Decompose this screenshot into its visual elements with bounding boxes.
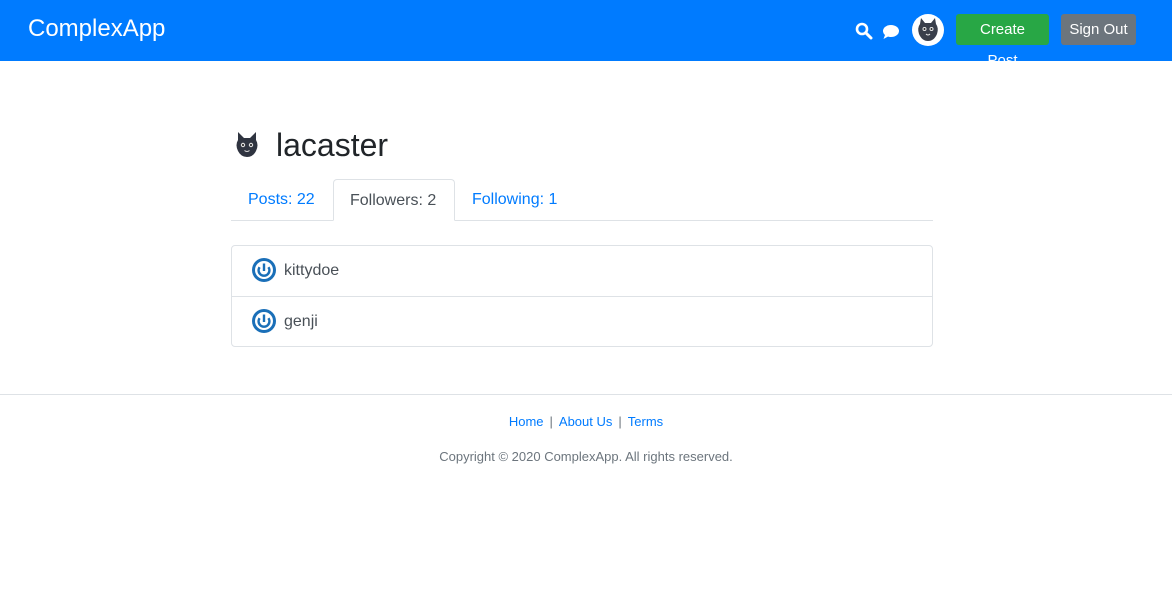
user-avatar[interactable] [912, 14, 944, 46]
list-item[interactable]: kittydoe [232, 246, 932, 296]
follower-avatar-icon [252, 309, 276, 333]
footer-home-link[interactable]: Home [509, 414, 544, 429]
tab-posts[interactable]: Posts: 22 [232, 179, 331, 221]
brand-link[interactable]: ComplexApp [28, 14, 165, 44]
profile-avatar [231, 129, 263, 161]
tab-following[interactable]: Following: 1 [456, 179, 573, 221]
sign-out-button[interactable]: Sign Out [1061, 14, 1136, 45]
chat-icon[interactable] [882, 23, 900, 41]
list-item[interactable]: genji [232, 296, 932, 346]
footer-separator: | [618, 414, 622, 429]
top-navbar: ComplexApp Create Post Sign Out [0, 0, 1172, 69]
footer-links: Home | About Us | Terms [0, 413, 1172, 431]
profile-tabs: Posts: 22 Followers: 2 Following: 1 [231, 179, 933, 221]
follower-username: kittydoe [284, 262, 340, 279]
search-icon[interactable] [855, 22, 873, 40]
tab-followers[interactable]: Followers: 2 [333, 179, 455, 221]
footer: Home | About Us | Terms Copyright © 2020 Com… [0, 394, 1172, 601]
follower-username: genji [284, 313, 318, 330]
copyright-text: Copyright © 2020 ComplexApp. All rights … [439, 449, 733, 464]
footer-separator: | [549, 414, 553, 429]
followers-list: kittydoe genji [231, 245, 933, 347]
profile-username: lacaster [276, 127, 389, 163]
footer-terms-link[interactable]: Terms [628, 414, 663, 429]
create-post-button[interactable]: Create Post [956, 14, 1049, 69]
follower-avatar-icon [252, 258, 276, 282]
footer-about-link[interactable]: About Us [559, 414, 612, 429]
